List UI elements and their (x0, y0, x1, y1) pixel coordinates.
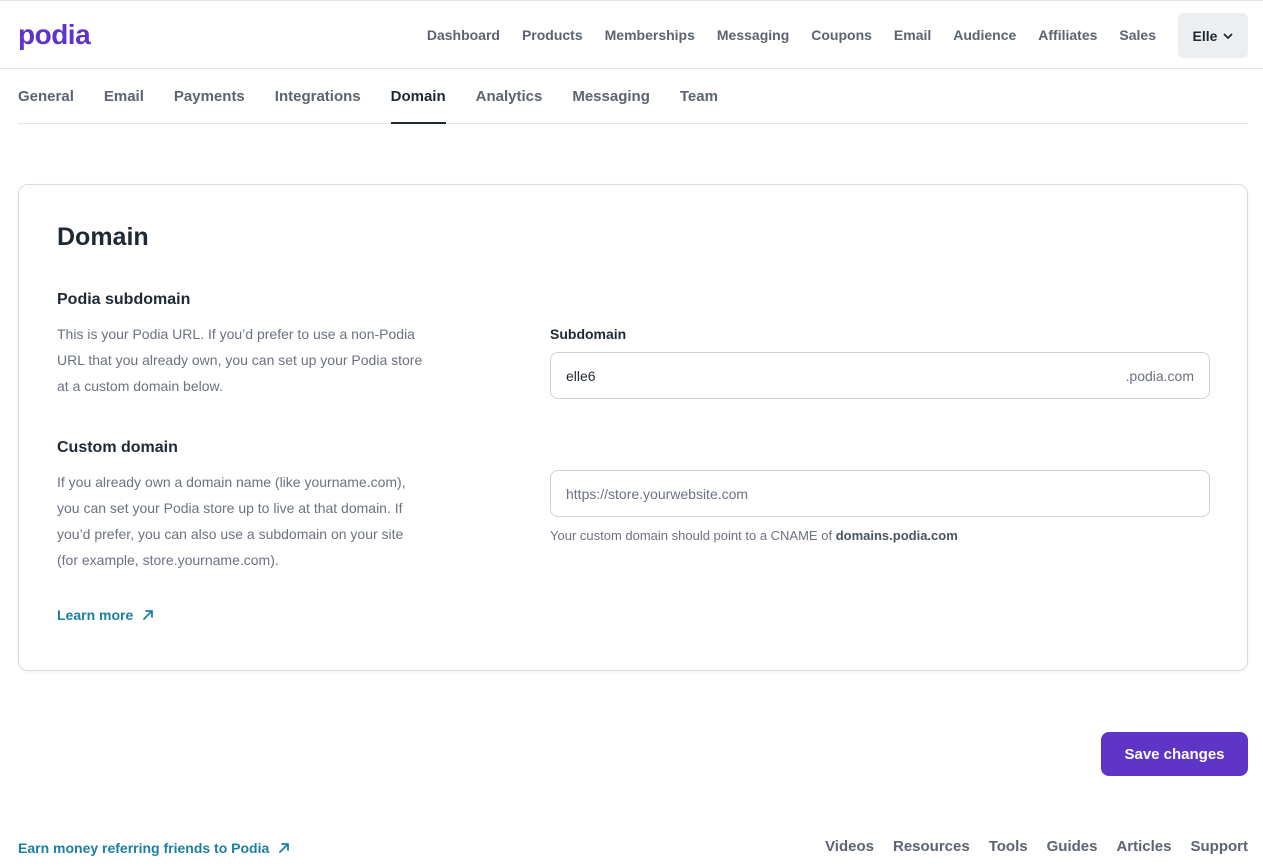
nav-email[interactable]: Email (894, 23, 931, 47)
custom-domain-input[interactable]: https://store.yourwebsite.com (550, 470, 1210, 517)
subdomain-suffix: .podia.com (1125, 367, 1194, 384)
cname-hint-value: domains.podia.com (835, 528, 958, 543)
tab-general[interactable]: General (18, 69, 74, 123)
subdomain-heading: Podia subdomain (57, 291, 191, 308)
tab-team[interactable]: Team (680, 69, 718, 123)
nav-affiliates[interactable]: Affiliates (1038, 23, 1097, 47)
nav-coupons[interactable]: Coupons (811, 23, 872, 47)
nav-dashboard[interactable]: Dashboard (427, 23, 500, 47)
nav-messaging[interactable]: Messaging (717, 23, 789, 47)
user-name: Elle (1192, 27, 1218, 44)
save-changes-button[interactable]: Save changes (1101, 732, 1248, 776)
tab-analytics[interactable]: Analytics (476, 69, 543, 123)
tab-messaging[interactable]: Messaging (572, 69, 650, 123)
nav-sales[interactable]: Sales (1119, 23, 1156, 47)
domain-card: Domain Podia subdomain This is your Podi… (18, 184, 1248, 671)
nav-memberships[interactable]: Memberships (605, 23, 695, 47)
tab-payments[interactable]: Payments (174, 69, 245, 123)
referral-label: Earn money referring friends to Podia (18, 840, 270, 856)
chevron-down-icon (1224, 33, 1233, 39)
cname-hint: Your custom domain should point to a CNA… (550, 528, 958, 543)
nav-audience[interactable]: Audience (953, 23, 1016, 47)
external-arrow-icon (143, 610, 154, 620)
footer-guides[interactable]: Guides (1047, 838, 1098, 855)
subdomain-value: elle6 (566, 367, 596, 384)
tab-domain[interactable]: Domain (390, 69, 446, 124)
subdomain-description: This is your Podia URL. If you’d prefer … (57, 326, 423, 394)
learn-more-link[interactable]: Learn more (57, 607, 154, 623)
tab-integrations[interactable]: Integrations (275, 69, 361, 123)
subdomain-input[interactable]: elle6 .podia.com (550, 352, 1210, 399)
learn-more-label: Learn more (57, 607, 134, 623)
tab-email[interactable]: Email (104, 69, 144, 123)
nav-products[interactable]: Products (522, 23, 583, 47)
custom-domain-description: If you already own a domain name (like y… (57, 474, 406, 568)
podia-logo[interactable]: podia (18, 19, 91, 51)
card-title: Domain (57, 223, 149, 251)
custom-domain-heading: Custom domain (57, 439, 178, 456)
main-nav: Dashboard Products Memberships Messaging… (405, 23, 1156, 47)
top-bar: podia Dashboard Products Memberships Mes… (0, 0, 1263, 69)
footer-support[interactable]: Support (1191, 838, 1249, 855)
referral-link[interactable]: Earn money referring friends to Podia (18, 840, 290, 856)
footer-articles[interactable]: Articles (1116, 838, 1171, 855)
footer-nav: Videos Resources Tools Guides Articles S… (806, 838, 1248, 855)
cname-hint-text: Your custom domain should point to a CNA… (550, 528, 833, 543)
subdomain-label: Subdomain (550, 326, 627, 342)
footer-tools[interactable]: Tools (989, 838, 1028, 855)
user-menu-button[interactable]: Elle (1178, 13, 1248, 58)
settings-tabs: General Email Payments Integrations Doma… (18, 69, 1248, 124)
footer-resources[interactable]: Resources (893, 838, 970, 855)
footer-videos[interactable]: Videos (825, 838, 874, 855)
custom-domain-placeholder: https://store.yourwebsite.com (566, 485, 749, 502)
external-arrow-icon (279, 843, 290, 853)
